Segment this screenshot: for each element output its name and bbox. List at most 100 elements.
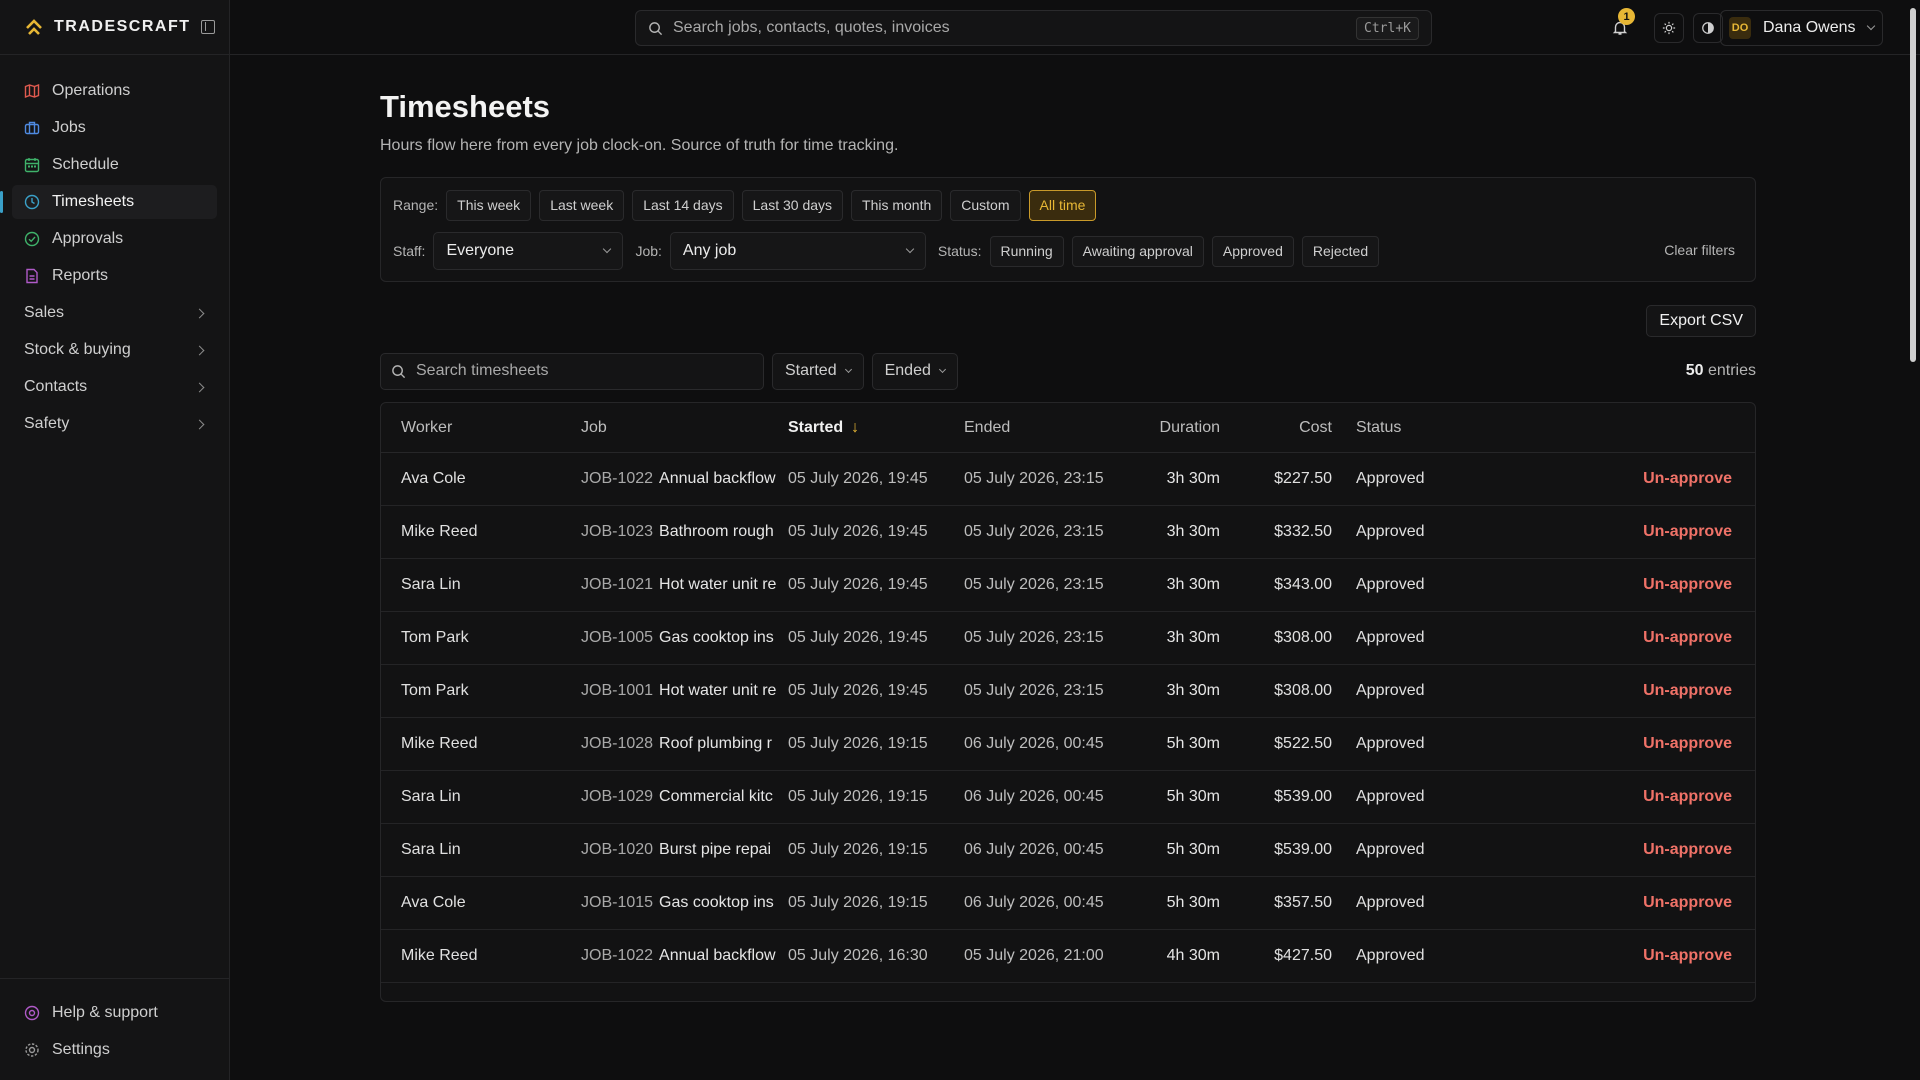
unapprove-button[interactable]: Un-approve <box>1552 523 1732 541</box>
unapprove-button[interactable]: Un-approve <box>1552 1000 1732 1001</box>
table-row[interactable]: Ava ColeJOB-1019 Commercial kitc 05 July 2… <box>381 983 1755 1001</box>
header-duration[interactable]: Duration <box>1119 419 1220 437</box>
range-this-week[interactable]: This week <box>446 189 532 221</box>
table-row[interactable]: Tom Park JOB-1001 Hot water unit re 05 July… <box>381 665 1755 718</box>
sidebar-item-reports[interactable]: Reports <box>12 259 217 293</box>
global-search-placeholder: Search jobs, contacts, quotes, invoices <box>673 19 950 36</box>
range-label: Range: <box>393 197 439 213</box>
unapprove-button[interactable]: Un-approve <box>1552 841 1732 859</box>
sidebar-item-operations[interactable]: Operations <box>12 74 217 108</box>
range-custom[interactable]: Custom <box>950 189 1021 221</box>
table-row[interactable]: Ava Cole JOB-1022 Annual backflow 05 July 2… <box>381 453 1755 506</box>
sidebar-group-stock-buying[interactable]: Stock & buying <box>12 333 217 367</box>
cell-status: Approved <box>1356 682 1425 699</box>
table-row[interactable]: Mike Reed JOB-1023 Bathroom rough 05 July 2… <box>381 506 1755 559</box>
sidebar-item-settings[interactable]: Settings <box>12 1033 217 1067</box>
status-approved[interactable]: Approved <box>1211 235 1294 267</box>
main-content: Timesheets Hours flow here from every jo… <box>380 55 1756 1002</box>
job-code[interactable]: JOB-1029 <box>581 788 653 806</box>
user-menu-button[interactable]: DO Dana Owens <box>1720 10 1883 46</box>
staff-select[interactable]: Everyone <box>433 232 624 270</box>
document-icon <box>26 268 38 284</box>
sidebar-group-sales[interactable]: Sales <box>12 296 217 330</box>
table-row[interactable]: Sara Lin JOB-1021 Hot water unit re 05 July… <box>381 559 1755 612</box>
job-code[interactable]: JOB-1019 <box>581 1000 653 1001</box>
export-csv-button[interactable]: Export CSV <box>1646 305 1756 337</box>
job-code[interactable]: JOB-1021 <box>581 576 653 594</box>
theme-toggle-button[interactable] <box>1654 13 1684 43</box>
sidebar-item-schedule[interactable]: Schedule <box>12 148 217 182</box>
table-row[interactable]: Mike Reed JOB-1028 Roof plumbing r 05 July … <box>381 718 1755 771</box>
table-row[interactable]: Ava Cole JOB-1015 Gas cooktop ins 05 July 2… <box>381 877 1755 930</box>
unapprove-button[interactable]: Un-approve <box>1552 629 1732 647</box>
job-select[interactable]: Any job <box>669 232 926 270</box>
job-code[interactable]: JOB-1022 <box>581 470 653 488</box>
cell-ended: 06 July 2026, 00:45 <box>964 841 1104 858</box>
table-row[interactable]: Sara Lin JOB-1029 Commercial kitc 05 July 2… <box>381 771 1755 824</box>
header-started-label: Started <box>788 418 844 436</box>
range-this-month[interactable]: This month <box>851 189 943 221</box>
table-row[interactable]: Mike Reed JOB-1022 Annual backflow 05 July … <box>381 930 1755 983</box>
job-code[interactable]: JOB-1020 <box>581 841 653 859</box>
job-code[interactable]: JOB-1015 <box>581 894 653 912</box>
sidebar-item-label: Timesheets <box>52 193 135 210</box>
sidebar-item-help[interactable]: Help & support <box>12 996 217 1030</box>
sidebar-group-safety[interactable]: Safety <box>12 407 217 441</box>
sidebar-item-approvals[interactable]: Approvals <box>12 222 217 256</box>
cell-status: Approved <box>1356 947 1425 964</box>
table-row[interactable]: Sara Lin JOB-1020 Burst pipe repai 05 July … <box>381 824 1755 877</box>
range-last-14-days[interactable]: Last 14 days <box>632 189 734 221</box>
started-filter-button[interactable]: Started <box>772 352 864 390</box>
table-header: Worker Job Started ↓ Ended Duration Cost … <box>381 403 1755 453</box>
cell-cost: $308.00 <box>1274 629 1332 646</box>
cell-ended: 05 July 2026, 21:00 <box>964 1000 1119 1001</box>
header-ended[interactable]: Ended <box>964 419 1119 437</box>
header-started[interactable]: Started ↓ <box>788 419 964 437</box>
unapprove-button[interactable]: Un-approve <box>1552 788 1732 806</box>
unapprove-button[interactable]: Un-approve <box>1552 894 1732 912</box>
logo-chevrons-icon <box>26 19 42 35</box>
cell-ended: 05 July 2026, 23:15 <box>964 470 1104 487</box>
unapprove-button[interactable]: Un-approve <box>1552 682 1732 700</box>
sidebar-toggle-icon[interactable] <box>200 20 215 34</box>
unapprove-button[interactable]: Un-approve <box>1552 947 1732 965</box>
sidebar-item-label: Jobs <box>52 119 86 136</box>
header-job[interactable]: Job <box>581 419 788 437</box>
global-search-input[interactable]: Search jobs, contacts, quotes, invoices … <box>635 10 1432 46</box>
header-status[interactable]: Status <box>1332 419 1552 437</box>
unapprove-button[interactable]: Un-approve <box>1552 735 1732 753</box>
job-code[interactable]: JOB-1028 <box>581 735 653 753</box>
cell-worker: Ava Cole <box>381 1000 581 1001</box>
job-code[interactable]: JOB-1005 <box>581 629 653 647</box>
ended-filter-button[interactable]: Ended <box>871 352 958 390</box>
map-icon <box>24 83 40 99</box>
job-select-value: Any job <box>682 242 737 259</box>
cell-worker: Tom Park <box>401 682 469 699</box>
cell-worker: Tom Park <box>401 629 469 646</box>
status-running[interactable]: Running <box>989 235 1064 267</box>
sidebar-group-contacts[interactable]: Contacts <box>12 370 217 404</box>
contrast-toggle-button[interactable] <box>1693 13 1723 43</box>
sidebar-item-timesheets[interactable]: Timesheets <box>0 185 217 219</box>
cell-duration: 5h 30m <box>1166 735 1220 752</box>
range-all-time[interactable]: All time <box>1028 189 1097 221</box>
header-worker[interactable]: Worker <box>381 419 581 437</box>
cell-started: 05 July 2026, 19:15 <box>788 841 928 858</box>
entries-count: 50 entries <box>1686 362 1756 380</box>
timesheet-search-input[interactable]: Search timesheets <box>380 352 764 390</box>
clear-filters-button[interactable]: Clear filters <box>1664 242 1735 258</box>
cell-cost: $539.00 <box>1274 841 1332 858</box>
table-row[interactable]: Tom Park JOB-1005 Gas cooktop ins 05 July 2… <box>381 612 1755 665</box>
unapprove-button[interactable]: Un-approve <box>1552 470 1732 488</box>
status-awaiting-approval[interactable]: Awaiting approval <box>1071 235 1204 267</box>
job-code[interactable]: JOB-1022 <box>581 947 653 965</box>
range-last-week[interactable]: Last week <box>539 189 625 221</box>
status-rejected[interactable]: Rejected <box>1301 235 1380 267</box>
sidebar-item-jobs[interactable]: Jobs <box>12 111 217 145</box>
range-last-30-days[interactable]: Last 30 days <box>741 189 844 221</box>
header-cost[interactable]: Cost <box>1220 419 1332 437</box>
unapprove-button[interactable]: Un-approve <box>1552 576 1732 594</box>
job-code[interactable]: JOB-1023 <box>581 523 653 541</box>
page-scrollbar[interactable] <box>1910 8 1916 362</box>
job-code[interactable]: JOB-1001 <box>581 682 653 700</box>
